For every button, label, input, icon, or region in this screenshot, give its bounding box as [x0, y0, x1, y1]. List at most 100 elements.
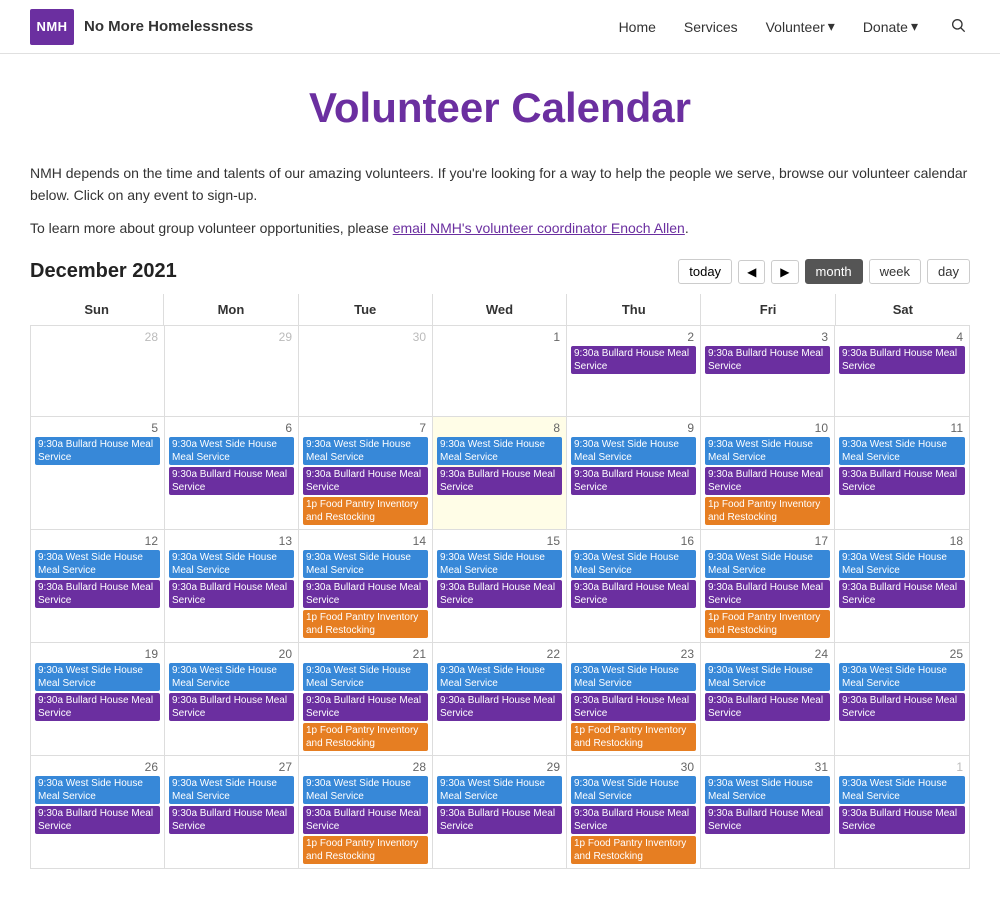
event-dec10-westside[interactable]: 9:30a West Side House Meal Service — [705, 437, 830, 465]
event-dec15-bullard[interactable]: 9:30a Bullard House Meal Service — [437, 580, 562, 608]
cal-cell-dec7: 7 9:30a West Side House Meal Service 9:3… — [299, 417, 433, 529]
event-dec3-bullard[interactable]: 9:30a Bullard House Meal Service — [705, 346, 830, 374]
event-dec10-bullard[interactable]: 9:30a Bullard House Meal Service — [705, 467, 830, 495]
event-dec30-westside[interactable]: 9:30a West Side House Meal Service — [571, 776, 696, 804]
event-jan1-bullard[interactable]: 9:30a Bullard House Meal Service — [839, 806, 965, 834]
day-view-button[interactable]: day — [927, 259, 970, 284]
event-dec6-bullard[interactable]: 9:30a Bullard House Meal Service — [169, 467, 294, 495]
today-button[interactable]: today — [678, 259, 732, 284]
day-header-tue: Tue — [299, 294, 433, 325]
nav-services[interactable]: Services — [684, 19, 738, 35]
week-view-button[interactable]: week — [869, 259, 921, 284]
event-dec7-westside[interactable]: 9:30a West Side House Meal Service — [303, 437, 428, 465]
event-dec31-bullard[interactable]: 9:30a Bullard House Meal Service — [705, 806, 830, 834]
event-dec10-pantry[interactable]: 1p Food Pantry Inventory and Restocking — [705, 497, 830, 525]
event-dec28-westside[interactable]: 9:30a West Side House Meal Service — [303, 776, 428, 804]
cal-cell-dec17: 17 9:30a West Side House Meal Service 9:… — [701, 530, 835, 642]
event-dec5-bullard[interactable]: 9:30a Bullard House Meal Service — [35, 437, 160, 465]
cal-cell-dec16: 16 9:30a West Side House Meal Service 9:… — [567, 530, 701, 642]
calendar-week-4: 19 9:30a West Side House Meal Service 9:… — [31, 643, 969, 756]
event-dec21-pantry[interactable]: 1p Food Pantry Inventory and Restocking — [303, 723, 428, 751]
nav-home[interactable]: Home — [619, 19, 656, 35]
description-block: NMH depends on the time and talents of o… — [30, 162, 970, 239]
event-dec20-westside[interactable]: 9:30a West Side House Meal Service — [169, 663, 294, 691]
nav-volunteer[interactable]: Volunteer ▾ — [766, 18, 835, 35]
event-dec16-westside[interactable]: 9:30a West Side House Meal Service — [571, 550, 696, 578]
event-dec20-bullard[interactable]: 9:30a Bullard House Meal Service — [169, 693, 294, 721]
cal-cell-dec23: 23 9:30a West Side House Meal Service 9:… — [567, 643, 701, 755]
event-dec30-bullard[interactable]: 9:30a Bullard House Meal Service — [571, 806, 696, 834]
event-dec27-bullard[interactable]: 9:30a Bullard House Meal Service — [169, 806, 294, 834]
event-dec9-bullard[interactable]: 9:30a Bullard House Meal Service — [571, 467, 696, 495]
cal-cell-dec31: 31 9:30a West Side House Meal Service 9:… — [701, 756, 835, 868]
event-dec19-westside[interactable]: 9:30a West Side House Meal Service — [35, 663, 160, 691]
event-jan1-westside[interactable]: 9:30a West Side House Meal Service — [839, 776, 965, 804]
event-dec14-bullard[interactable]: 9:30a Bullard House Meal Service — [303, 580, 428, 608]
event-dec25-bullard[interactable]: 9:30a Bullard House Meal Service — [839, 693, 965, 721]
event-dec22-bullard[interactable]: 9:30a Bullard House Meal Service — [437, 693, 562, 721]
event-dec21-westside[interactable]: 9:30a West Side House Meal Service — [303, 663, 428, 691]
event-dec13-bullard[interactable]: 9:30a Bullard House Meal Service — [169, 580, 294, 608]
event-dec11-bullard[interactable]: 9:30a Bullard House Meal Service — [839, 467, 965, 495]
calendar-header: December 2021 today ◀ ▶ month week day — [30, 259, 970, 284]
event-dec8-bullard[interactable]: 9:30a Bullard House Meal Service — [437, 467, 562, 495]
cal-cell-dec29: 29 9:30a West Side House Meal Service 9:… — [433, 756, 567, 868]
event-dec4-bullard[interactable]: 9:30a Bullard House Meal Service — [839, 346, 965, 374]
event-dec28-bullard[interactable]: 9:30a Bullard House Meal Service — [303, 806, 428, 834]
event-dec17-westside[interactable]: 9:30a West Side House Meal Service — [705, 550, 830, 578]
event-dec24-bullard[interactable]: 9:30a Bullard House Meal Service — [705, 693, 830, 721]
event-dec11-westside[interactable]: 9:30a West Side House Meal Service — [839, 437, 965, 465]
cal-cell-dec9: 9 9:30a West Side House Meal Service 9:3… — [567, 417, 701, 529]
event-dec14-pantry[interactable]: 1p Food Pantry Inventory and Restocking — [303, 610, 428, 638]
event-dec12-bullard[interactable]: 9:30a Bullard House Meal Service — [35, 580, 160, 608]
event-dec25-westside[interactable]: 9:30a West Side House Meal Service — [839, 663, 965, 691]
event-dec31-westside[interactable]: 9:30a West Side House Meal Service — [705, 776, 830, 804]
month-view-button[interactable]: month — [805, 259, 863, 284]
event-dec29-westside[interactable]: 9:30a West Side House Meal Service — [437, 776, 562, 804]
event-dec28-pantry[interactable]: 1p Food Pantry Inventory and Restocking — [303, 836, 428, 864]
email-link[interactable]: email NMH's volunteer coordinator Enoch … — [393, 220, 685, 236]
event-dec16-bullard[interactable]: 9:30a Bullard House Meal Service — [571, 580, 696, 608]
event-dec23-bullard[interactable]: 9:30a Bullard House Meal Service — [571, 693, 696, 721]
event-dec26-westside[interactable]: 9:30a West Side House Meal Service — [35, 776, 160, 804]
event-dec19-bullard[interactable]: 9:30a Bullard House Meal Service — [35, 693, 160, 721]
event-dec18-bullard[interactable]: 9:30a Bullard House Meal Service — [839, 580, 965, 608]
cal-cell-dec1: 1 — [433, 326, 567, 416]
next-month-button[interactable]: ▶ — [771, 260, 798, 284]
event-dec2-bullard[interactable]: 9:30a Bullard House Meal Service — [571, 346, 696, 374]
event-dec15-westside[interactable]: 9:30a West Side House Meal Service — [437, 550, 562, 578]
event-dec26-bullard[interactable]: 9:30a Bullard House Meal Service — [35, 806, 160, 834]
event-dec17-bullard[interactable]: 9:30a Bullard House Meal Service — [705, 580, 830, 608]
event-dec30-pantry[interactable]: 1p Food Pantry Inventory and Restocking — [571, 836, 696, 864]
event-dec23-westside[interactable]: 9:30a West Side House Meal Service — [571, 663, 696, 691]
cal-cell-dec5: 5 9:30a Bullard House Meal Service — [31, 417, 165, 529]
day-header-fri: Fri — [701, 294, 835, 325]
event-dec17-pantry[interactable]: 1p Food Pantry Inventory and Restocking — [705, 610, 830, 638]
cal-cell-dec14: 14 9:30a West Side House Meal Service 9:… — [299, 530, 433, 642]
calendar-weeks: 28 29 30 1 2 9:30a Bullard House Meal Se… — [30, 326, 970, 869]
nav-donate[interactable]: Donate ▾ — [863, 18, 918, 35]
event-dec12-westside[interactable]: 9:30a West Side House Meal Service — [35, 550, 160, 578]
event-dec9-westside[interactable]: 9:30a West Side House Meal Service — [571, 437, 696, 465]
event-dec23-pantry[interactable]: 1p Food Pantry Inventory and Restocking — [571, 723, 696, 751]
cal-cell-nov30: 30 — [299, 326, 433, 416]
prev-month-button[interactable]: ◀ — [738, 260, 765, 284]
event-dec14-westside[interactable]: 9:30a West Side House Meal Service — [303, 550, 428, 578]
event-dec22-westside[interactable]: 9:30a West Side House Meal Service — [437, 663, 562, 691]
event-dec21-bullard[interactable]: 9:30a Bullard House Meal Service — [303, 693, 428, 721]
event-dec6-westside[interactable]: 9:30a West Side House Meal Service — [169, 437, 294, 465]
event-dec27-westside[interactable]: 9:30a West Side House Meal Service — [169, 776, 294, 804]
event-dec18-westside[interactable]: 9:30a West Side House Meal Service — [839, 550, 965, 578]
search-button[interactable] — [946, 13, 970, 40]
calendar-week-1: 28 29 30 1 2 9:30a Bullard House Meal Se… — [31, 326, 969, 417]
event-dec13-westside[interactable]: 9:30a West Side House Meal Service — [169, 550, 294, 578]
event-dec8-westside[interactable]: 9:30a West Side House Meal Service — [437, 437, 562, 465]
event-dec7-bullard[interactable]: 9:30a Bullard House Meal Service — [303, 467, 428, 495]
event-dec24-westside[interactable]: 9:30a West Side House Meal Service — [705, 663, 830, 691]
day-header-wed: Wed — [433, 294, 567, 325]
event-dec7-pantry[interactable]: 1p Food Pantry Inventory and Restocking — [303, 497, 428, 525]
event-dec29-bullard[interactable]: 9:30a Bullard House Meal Service — [437, 806, 562, 834]
cal-cell-dec21: 21 9:30a West Side House Meal Service 9:… — [299, 643, 433, 755]
search-icon — [950, 17, 966, 33]
cal-cell-nov28: 28 — [31, 326, 165, 416]
